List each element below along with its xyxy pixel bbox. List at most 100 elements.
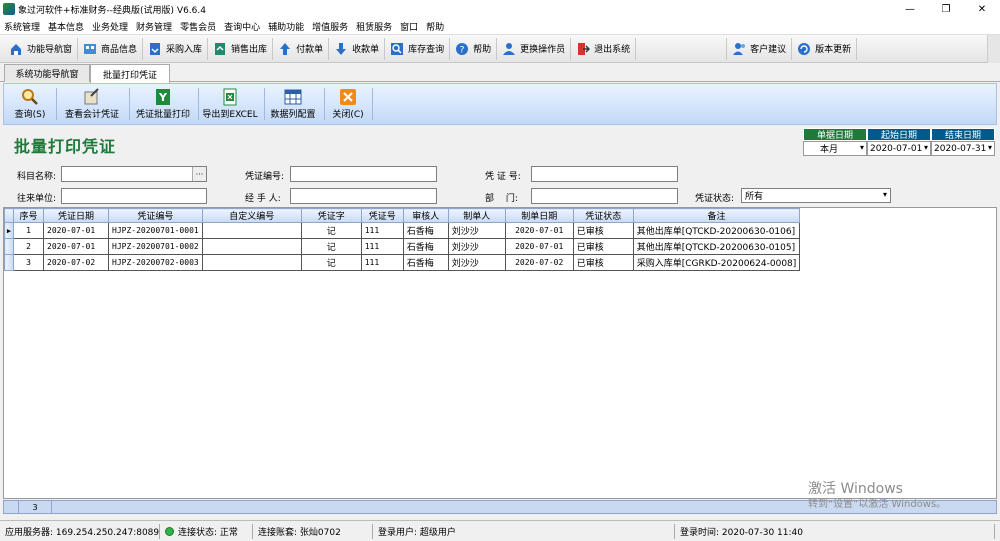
sales-out-button[interactable]: 销售出库 (208, 37, 274, 60)
search-icon (21, 88, 39, 106)
table-row[interactable]: ▶ 1 2020-07-01 HJPZ-20200701-0001 记 111 … (4, 222, 801, 239)
user-icon (502, 42, 516, 56)
table-row[interactable]: 3 2020-07-02 HJPZ-20200702-0003 记 111 石香… (4, 254, 801, 271)
menu-business[interactable]: 业务处理 (88, 20, 132, 33)
batch-print-button[interactable]: Y 凭证批量打印 (132, 86, 194, 122)
page-title: 批量打印凭证 (14, 137, 117, 156)
col-remark[interactable]: 备注 (632, 208, 801, 223)
col-status[interactable]: 凭证状态 (572, 208, 634, 223)
svg-text:Y: Y (158, 91, 168, 104)
exit-icon (576, 42, 591, 56)
help-icon: ? (455, 42, 469, 56)
menu-retail[interactable]: 零售会员 (176, 20, 220, 33)
voucher-num-input[interactable] (531, 166, 678, 182)
close-window-button[interactable]: ✕ (964, 0, 1000, 18)
update-icon (797, 42, 811, 56)
chevron-down-icon: ▾ (923, 143, 928, 152)
col-voucher-word[interactable]: 凭证字 (300, 208, 362, 223)
col-voucher-num[interactable]: 凭证号 (360, 208, 404, 223)
minimize-button[interactable]: — (892, 0, 928, 18)
col-make-date[interactable]: 制单日期 (504, 208, 574, 223)
menu-finance[interactable]: 财务管理 (132, 20, 176, 33)
menu-value-added[interactable]: 增值服务 (308, 20, 352, 33)
col-maker[interactable]: 制单人 (447, 208, 506, 223)
status-account: 连接账套: 张灿0702 (253, 523, 373, 539)
subject-input[interactable]: ··· (61, 166, 207, 182)
col-custom-no[interactable]: 自定义编号 (201, 208, 302, 223)
receipt-button[interactable]: 收款单 (329, 37, 386, 60)
status-login-time: 登录时间: 2020-07-30 11:40 (675, 523, 995, 539)
menu-basic-info[interactable]: 基本信息 (44, 20, 88, 33)
goods-icon (83, 42, 97, 56)
sales-icon (213, 42, 227, 56)
voucher-status-select[interactable]: 所有 ▾ (741, 188, 891, 203)
help-button[interactable]: ? 帮助 (450, 37, 498, 60)
customer-suggest-button[interactable]: 客户建议 (726, 37, 793, 60)
partner-input[interactable] (61, 188, 207, 204)
partner-label: 往来单位: (17, 194, 57, 204)
voucher-icon (83, 88, 101, 106)
query-button[interactable]: 查询(S) (8, 86, 52, 122)
chevron-down-icon: ▾ (987, 143, 992, 152)
purchase-in-button[interactable]: 采购入库 (143, 37, 209, 60)
row-count: 3 (18, 501, 52, 513)
close-page-button[interactable]: 关闭(C) (328, 86, 368, 122)
handler-input[interactable] (290, 188, 437, 204)
stock-query-button[interactable]: 库存查询 (385, 37, 451, 60)
tab-nav-window[interactable]: 系统功能导航窗 (4, 64, 90, 82)
window-title: 象过河软件+标准财务--经典版(试用版) V6.6.4 (18, 5, 206, 16)
status-connection: 连接状态: 正常 (160, 523, 253, 539)
voucher-no-input[interactable] (290, 166, 437, 182)
title-bar: 象过河软件+标准财务--经典版(试用版) V6.6.4 — ❐ ✕ (0, 0, 1000, 18)
menu-system[interactable]: 系统管理 (0, 20, 44, 33)
start-date-picker[interactable]: 2020-07-01 ▾ (867, 141, 931, 156)
status-user: 登录用户: 超级用户 (373, 523, 675, 539)
end-date-picker[interactable]: 2020-07-31 ▾ (931, 141, 995, 156)
tab-batch-print[interactable]: 批量打印凭证 (90, 64, 170, 83)
exit-system-button[interactable]: 退出系统 (571, 37, 637, 60)
menu-help[interactable]: 帮助 (422, 20, 448, 33)
voucher-grid: 序号 凭证日期 凭证编号 自定义编号 凭证字 凭证号 审核人 制单人 制单日期 … (3, 207, 997, 499)
row-indicator-header (4, 208, 14, 223)
menu-query[interactable]: 查询中心 (220, 20, 264, 33)
nav-window-button[interactable]: 功能导航窗 (4, 37, 79, 60)
chevron-down-icon: ▾ (882, 190, 887, 199)
payment-button[interactable]: 付款单 (273, 37, 330, 60)
pay-icon (278, 42, 292, 56)
voucher-status-label: 凭证状态: (695, 194, 735, 204)
column-config-button[interactable]: 数据列配置 (267, 86, 319, 122)
col-voucher-date[interactable]: 凭证日期 (43, 208, 109, 223)
app-logo-icon (3, 3, 15, 15)
change-operator-button[interactable]: 更换操作员 (497, 37, 572, 60)
export-excel-button[interactable]: 导出到EXCEL (200, 86, 260, 122)
activation-watermark-hint: 转到“设置”以激活 Windows。 (808, 499, 947, 510)
col-reviewer[interactable]: 审核人 (402, 208, 449, 223)
connection-ok-icon (165, 526, 174, 536)
version-update-button[interactable]: 版本更新 (792, 37, 858, 60)
handler-label: 经 手 人: (245, 194, 281, 204)
start-date-header: 起始日期 (867, 128, 931, 141)
menu-aux[interactable]: 辅助功能 (264, 20, 308, 33)
main-toolbar: 功能导航窗 商品信息 采购入库 销售出库 付款单 收款单 库存查询 ? 帮助 更… (0, 35, 1000, 63)
subject-picker-button[interactable]: ··· (192, 167, 206, 181)
department-input[interactable] (531, 188, 678, 204)
svg-text:?: ? (460, 45, 465, 55)
goods-info-button[interactable]: 商品信息 (78, 37, 144, 60)
voucher-num-label: 凭 证 号: (485, 172, 521, 182)
restore-button[interactable]: ❐ (928, 0, 964, 18)
tab-strip: 系统功能导航窗 批量打印凭证 (0, 63, 1000, 83)
view-voucher-button[interactable]: 查看会计凭证 (60, 86, 124, 122)
menu-lease[interactable]: 租赁服务 (352, 20, 396, 33)
home-icon (9, 42, 23, 56)
doc-date-select[interactable]: 本月 ▾ (803, 141, 867, 156)
col-seq[interactable]: 序号 (13, 208, 44, 223)
table-row[interactable]: 2 2020-07-01 HJPZ-20200701-0002 记 111 石香… (4, 238, 801, 255)
purchase-icon (148, 42, 162, 56)
grid-config-icon (284, 88, 302, 106)
close-icon (339, 88, 357, 106)
voucher-no-label: 凭证编号: (245, 172, 285, 182)
menu-window[interactable]: 窗口 (396, 20, 422, 33)
status-bar: 应用服务器: 169.254.250.247:8089 连接状态: 正常 连接账… (0, 520, 1000, 541)
col-voucher-no[interactable]: 凭证编号 (108, 208, 203, 223)
end-date-header: 结束日期 (931, 128, 995, 141)
